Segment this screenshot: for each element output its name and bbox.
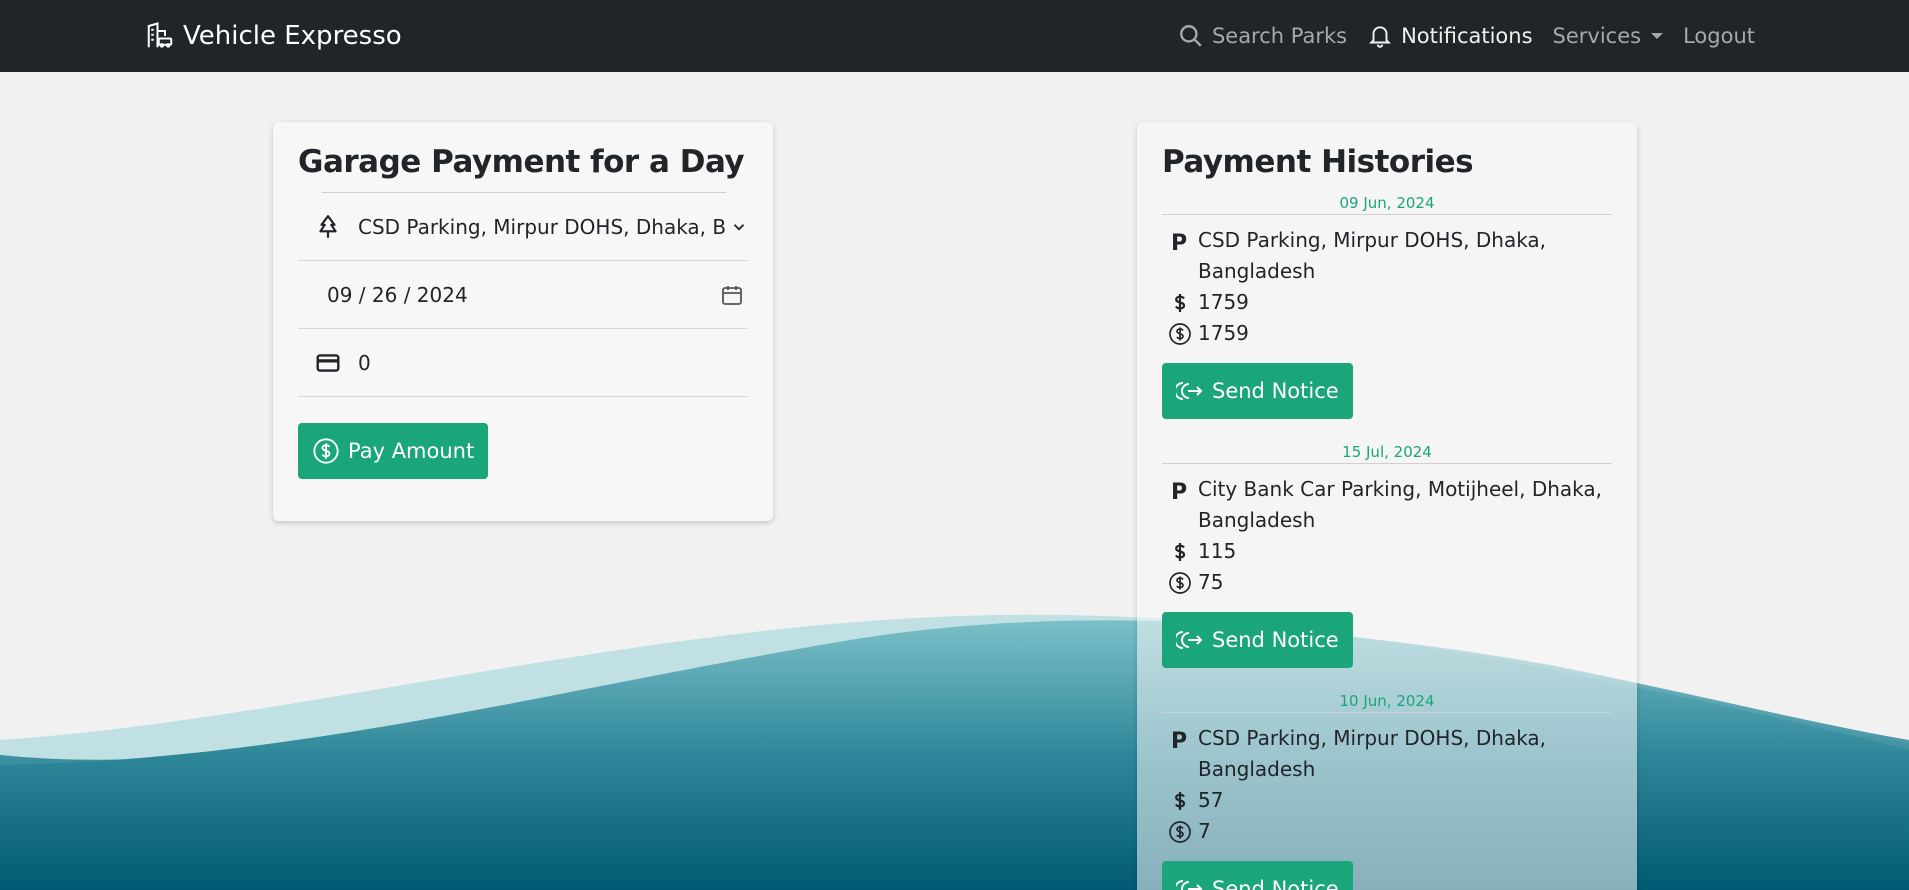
credit-card-icon xyxy=(298,350,358,376)
svg-text:P: P xyxy=(1171,480,1187,502)
chevron-down-icon xyxy=(733,223,745,231)
svg-text:P: P xyxy=(1171,729,1187,751)
history-entry: 09 Jun, 2024 P CSD Parking, Mirpur DOHS,… xyxy=(1162,194,1612,419)
history-entry-paid-row: 7 xyxy=(1162,816,1612,847)
history-entry-date: 10 Jun, 2024 xyxy=(1162,692,1612,713)
history-entry-amount: 57 xyxy=(1198,788,1224,812)
nav-search-label: Search Parks xyxy=(1211,24,1348,48)
search-icon xyxy=(1179,25,1202,47)
history-entry-place-row: P City Bank Car Parking, Motijheel, Dhak… xyxy=(1162,474,1612,536)
nav-logout-label: Logout xyxy=(1683,24,1755,48)
history-entry-place: CSD Parking, Mirpur DOHS, Dhaka, Banglad… xyxy=(1198,726,1547,781)
date-input-value: 09 / 26 / 2024 xyxy=(327,282,468,307)
parking-icon: P xyxy=(1162,723,1198,751)
payment-form-title: Garage Payment for a Day xyxy=(298,144,745,180)
history-entry-place: City Bank Car Parking, Motijheel, Dhaka,… xyxy=(1198,477,1602,532)
amount-input-value: 0 xyxy=(358,350,371,375)
history-entry-place-row: P CSD Parking, Mirpur DOHS, Dhaka, Bangl… xyxy=(1162,723,1612,785)
send-notice-button[interactable]: Send Notice xyxy=(1162,861,1353,890)
history-entry-place-row: P CSD Parking, Mirpur DOHS, Dhaka, Bangl… xyxy=(1162,225,1612,287)
nav-logout[interactable]: Logout xyxy=(1683,24,1755,48)
dollar-circle-icon xyxy=(1162,567,1198,595)
history-entry-paid-row: 1759 xyxy=(1162,318,1612,349)
parking-icon: P xyxy=(1162,474,1198,502)
dollar-icon xyxy=(1162,785,1198,813)
nav-services-dropdown[interactable]: Services xyxy=(1553,24,1664,48)
pay-amount-button[interactable]: Pay Amount xyxy=(298,423,489,479)
dollar-circle-icon xyxy=(1162,816,1198,844)
history-entry-amount: 1759 xyxy=(1198,290,1249,314)
brand-name: Vehicle Expresso xyxy=(183,21,402,51)
send-notice-button[interactable]: Send Notice xyxy=(1162,363,1353,419)
dollar-icon xyxy=(1162,536,1198,564)
history-entry-paid-row: 75 xyxy=(1162,567,1612,598)
send-notice-button[interactable]: Send Notice xyxy=(1162,612,1353,668)
dollar-circle-icon xyxy=(1162,318,1198,346)
send-notice-label: Send Notice xyxy=(1212,379,1339,403)
pay-amount-label: Pay Amount xyxy=(348,439,475,463)
history-entry-date: 15 Jul, 2024 xyxy=(1162,443,1612,464)
nav-services-label: Services xyxy=(1552,24,1642,48)
bell-icon xyxy=(1369,26,1392,48)
history-entry-paid: 7 xyxy=(1198,819,1211,843)
history-entry-place: CSD Parking, Mirpur DOHS, Dhaka, Banglad… xyxy=(1198,228,1547,283)
history-entry-amount-row: 115 xyxy=(1162,536,1612,567)
dollar-icon xyxy=(1162,287,1198,315)
send-notice-icon xyxy=(1176,880,1203,890)
calendar-icon[interactable] xyxy=(720,283,744,307)
nav-search-parks[interactable]: Search Parks xyxy=(1178,23,1347,49)
history-entry-amount-row: 57 xyxy=(1162,785,1612,816)
history-entry: 15 Jul, 2024 P City Bank Car Parking, Mo… xyxy=(1162,443,1612,668)
send-notice-icon xyxy=(1176,382,1203,400)
send-notice-label: Send Notice xyxy=(1212,877,1339,890)
garage-select[interactable]: CSD Parking, Mirpur DOHS, Dhaka, Banglad… xyxy=(298,193,748,261)
amount-input[interactable]: 0 xyxy=(298,329,748,397)
svg-text:P: P xyxy=(1171,231,1187,253)
garage-payment-card: Garage Payment for a Day CSD Parking, Mi… xyxy=(273,122,773,521)
history-entry-paid: 1759 xyxy=(1198,321,1249,345)
history-entry-paid: 75 xyxy=(1198,570,1224,594)
caret-down-icon xyxy=(1651,33,1664,39)
payment-histories-card: Payment Histories 09 Jun, 2024 P CSD Par… xyxy=(1137,122,1637,890)
send-notice-icon xyxy=(1176,631,1203,649)
parking-icon: P xyxy=(1162,225,1198,253)
send-notice-label: Send Notice xyxy=(1212,628,1339,652)
history-entry-date: 09 Jun, 2024 xyxy=(1162,194,1612,215)
history-entry-amount: 115 xyxy=(1198,539,1237,563)
date-input[interactable]: 09 / 26 / 2024 xyxy=(298,261,748,329)
tree-icon xyxy=(298,214,358,240)
top-navbar: Vehicle Expresso Search Parks Notificati… xyxy=(0,0,1909,72)
nav-notifications[interactable]: Notifications xyxy=(1367,23,1533,49)
brand-link[interactable]: Vehicle Expresso xyxy=(145,0,402,72)
history-entry: 10 Jun, 2024 P CSD Parking, Mirpur DOHS,… xyxy=(1162,692,1612,890)
history-entry-amount-row: 1759 xyxy=(1162,287,1612,318)
parking-garage-icon xyxy=(147,22,173,48)
history-title: Payment Histories xyxy=(1162,144,1474,180)
dollar-circle-icon xyxy=(313,438,339,464)
nav-notifications-label: Notifications xyxy=(1401,24,1533,48)
garage-select-value: CSD Parking, Mirpur DOHS, Dhaka, Banglad… xyxy=(358,214,726,239)
